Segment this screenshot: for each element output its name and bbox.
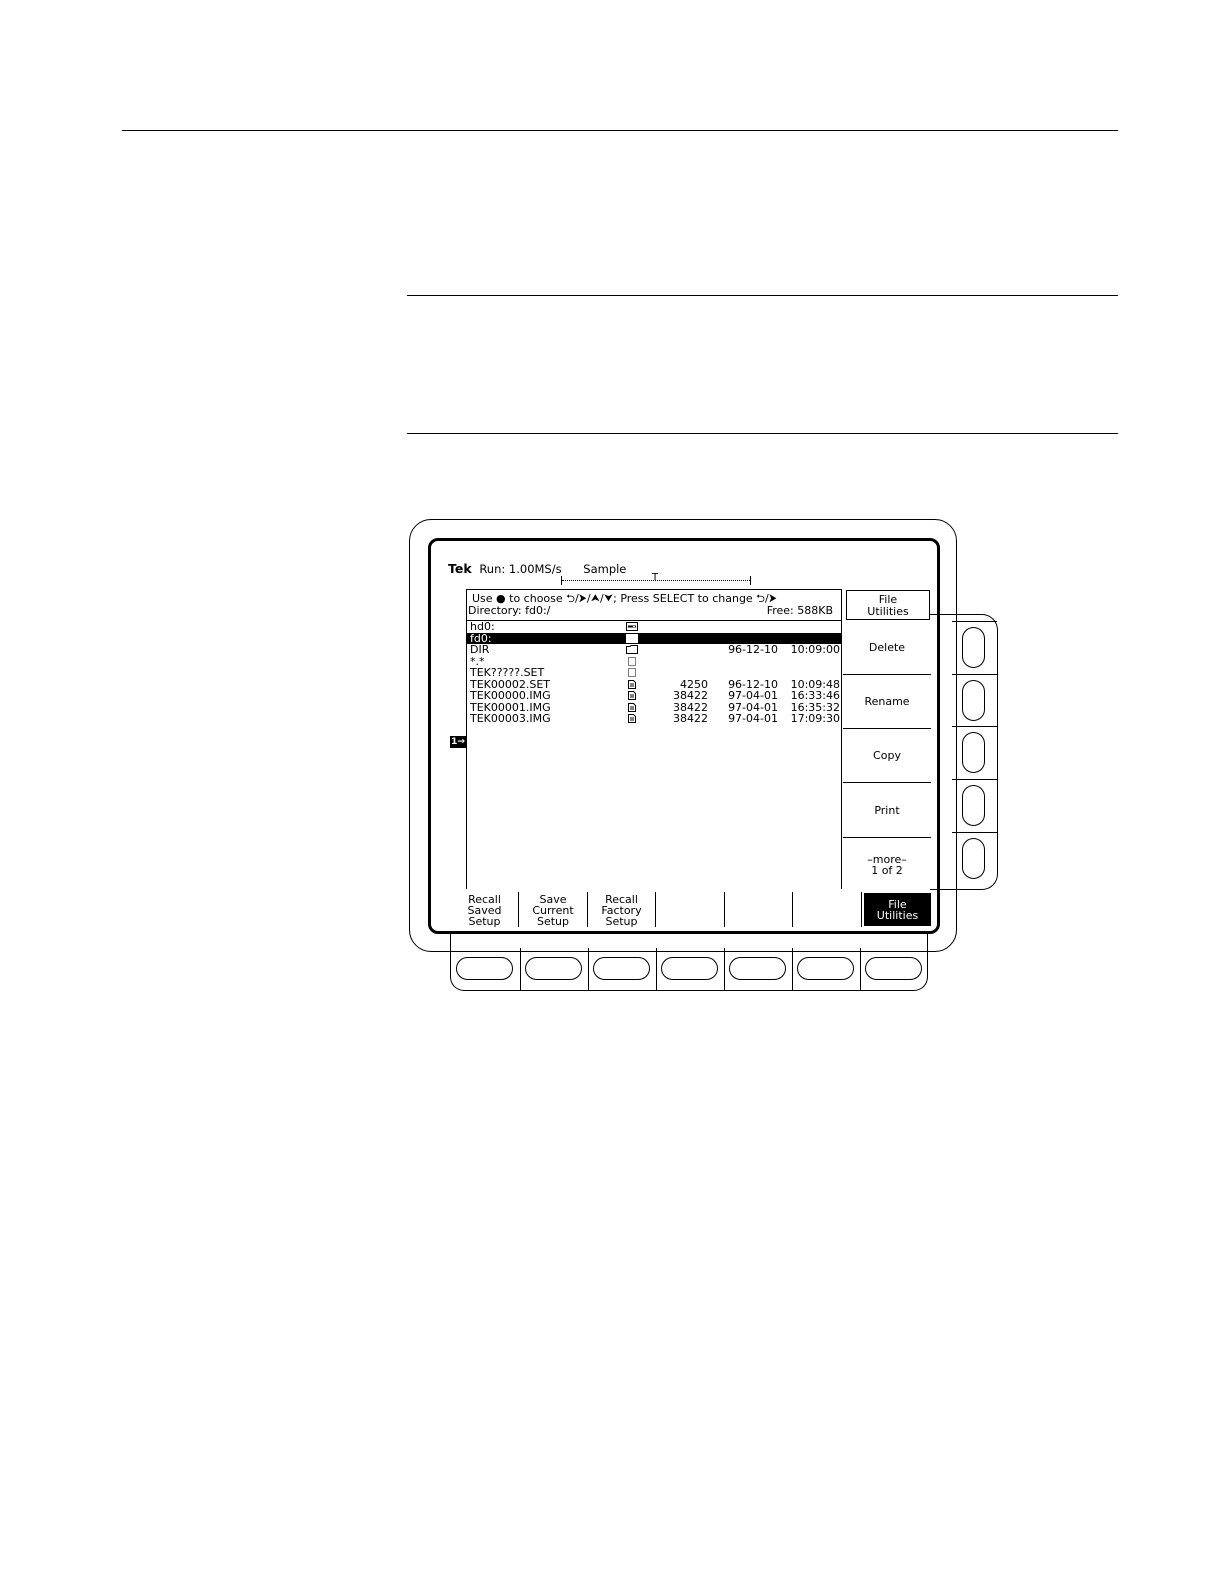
bottom-menu-label: Recall (468, 892, 501, 906)
section-rule-2 (407, 433, 1118, 434)
file-icon (626, 702, 638, 712)
side-menu-label: Copy (873, 748, 901, 762)
file-row[interactable]: TEK?????.SET (467, 667, 841, 679)
folder-icon (626, 645, 638, 654)
bottom-menu-button-6[interactable] (794, 892, 862, 927)
file-browser[interactable]: Use ● to choose ⮌/⮞/⮝/⮟; Press SELECT to… (466, 589, 842, 889)
file-date: 97-04-01 (728, 689, 778, 702)
drive-icon (626, 633, 638, 643)
side-bezel-button-3[interactable] (962, 732, 985, 773)
side-menu: File Utilities Delete Rename Copy Print –mor… (843, 589, 931, 891)
filter-icon (626, 668, 638, 677)
bottom-bezel-button-6[interactable] (797, 957, 854, 980)
acquisition-rate: Run: 1.00MS/s (479, 562, 562, 576)
bottom-menu-label: Current (532, 903, 574, 917)
side-menu-title: File Utilities (846, 590, 930, 620)
bottom-menu-label: Setup (536, 914, 569, 928)
side-menu-more-button[interactable]: –more– 1 of 2 (843, 838, 931, 892)
file-icon (626, 691, 638, 700)
free-space-label: Free: 588KB (766, 604, 833, 617)
bottom-menu-label: Factory (601, 903, 642, 917)
bottom-bezel-separator (588, 948, 589, 990)
side-menu-delete-button[interactable]: Delete (843, 621, 931, 675)
channel-1-marker: 1→ (450, 736, 466, 748)
bottom-menu-button-3[interactable]: Recall Factory Setup (588, 892, 656, 927)
file-row[interactable]: hd0: (467, 621, 841, 633)
file-size: 38422 (673, 689, 708, 702)
top-rule (122, 130, 1118, 131)
bottom-menu-label: Setup (468, 914, 501, 928)
file-row[interactable]: TEK00000.IMG 38422 97-04-01 16:33:46 (467, 690, 841, 702)
bottom-bezel-separator (792, 948, 793, 990)
file-list: hd0: fd0: DIR 96-12-10 10:09:00 *.* TEK?????.S… (467, 621, 841, 725)
side-menu-label: Delete (868, 640, 906, 654)
bottom-bezel-separator (860, 948, 861, 990)
bottom-menu-button-4[interactable] (657, 892, 725, 927)
side-menu-label: Rename (864, 694, 910, 708)
bottom-bezel-button-1[interactable] (456, 957, 513, 980)
file-name: DIR (470, 643, 490, 656)
file-time: 10:09:00 (790, 643, 840, 656)
side-menu-title-line2: Utilities (867, 604, 909, 618)
side-menu-print-button[interactable]: Print (843, 784, 931, 838)
side-menu-label: Print (874, 803, 900, 817)
bottom-bezel-button-7[interactable] (865, 957, 922, 980)
bottom-bezel-separator (656, 948, 657, 990)
file-date: 97-04-01 (728, 712, 778, 725)
side-menu-copy-button[interactable]: Copy (843, 729, 931, 783)
file-row[interactable]: DIR 96-12-10 10:09:00 (467, 644, 841, 656)
file-name: hd0: (470, 620, 495, 633)
file-name: TEK00003.IMG (470, 712, 551, 725)
bottom-bezel-separator (520, 948, 521, 990)
bottom-bezel-button-2[interactable] (525, 957, 582, 980)
side-menu-sublabel: 1 of 2 (871, 864, 903, 877)
file-time: 17:09:30 (790, 712, 840, 725)
file-name: TEK00000.IMG (470, 689, 551, 702)
bottom-menu-button-7[interactable]: File Utilities (864, 893, 931, 926)
bottom-bezel-button-5[interactable] (729, 957, 786, 980)
bottom-bezel-button-4[interactable] (661, 957, 718, 980)
directory-label: Directory: fd0:/ (468, 604, 551, 617)
file-row[interactable]: TEK00003.IMG 38422 97-04-01 17:09:30 (467, 713, 841, 725)
drive-icon (626, 622, 638, 631)
file-name: TEK?????.SET (470, 666, 545, 679)
bottom-menu-label: Setup (605, 914, 638, 928)
bottom-bezel-button-3[interactable] (593, 957, 650, 980)
side-bezel-button-5[interactable] (962, 838, 985, 879)
section-rule-1 (407, 295, 1118, 296)
file-size: 38422 (673, 712, 708, 725)
bottom-bezel-separator (724, 948, 725, 990)
bottom-menu-label: Utilities (876, 909, 919, 922)
status-line: Tek Run: 1.00MS/s Sample (448, 561, 626, 576)
file-icon (626, 714, 638, 723)
side-bezel-button-4[interactable] (962, 785, 985, 826)
browser-header: Directory: fd0:/ Free: 588KB (468, 604, 833, 617)
bottom-menu-label: Save (539, 892, 567, 906)
bottom-menu-label: Saved (467, 903, 502, 917)
filter-icon (626, 656, 638, 666)
file-date: 96-12-10 (728, 643, 778, 656)
trigger-marker: T (652, 572, 659, 583)
brand-label: Tek (448, 561, 472, 576)
file-row[interactable]: fd0: (467, 632, 841, 644)
bottom-menu-button-5[interactable] (725, 892, 793, 927)
file-icon (626, 679, 638, 689)
file-time: 16:33:46 (790, 689, 840, 702)
bottom-menu-label: Recall (605, 892, 638, 906)
record-view-bar: T (561, 572, 751, 585)
bottom-menu-button-1[interactable]: Recall Saved Setup (451, 892, 519, 927)
acquisition-mode: Sample (583, 562, 627, 576)
bottom-menu: Recall Saved Setup Save Current Setup Recall Fa… (451, 892, 931, 927)
side-bezel-button-1[interactable] (962, 627, 985, 668)
side-menu-title-line1: File (878, 593, 898, 606)
side-bezel-button-2[interactable] (962, 680, 985, 721)
side-menu-rename-button[interactable]: Rename (843, 675, 931, 729)
bottom-menu-button-2[interactable]: Save Current Setup (520, 892, 588, 927)
